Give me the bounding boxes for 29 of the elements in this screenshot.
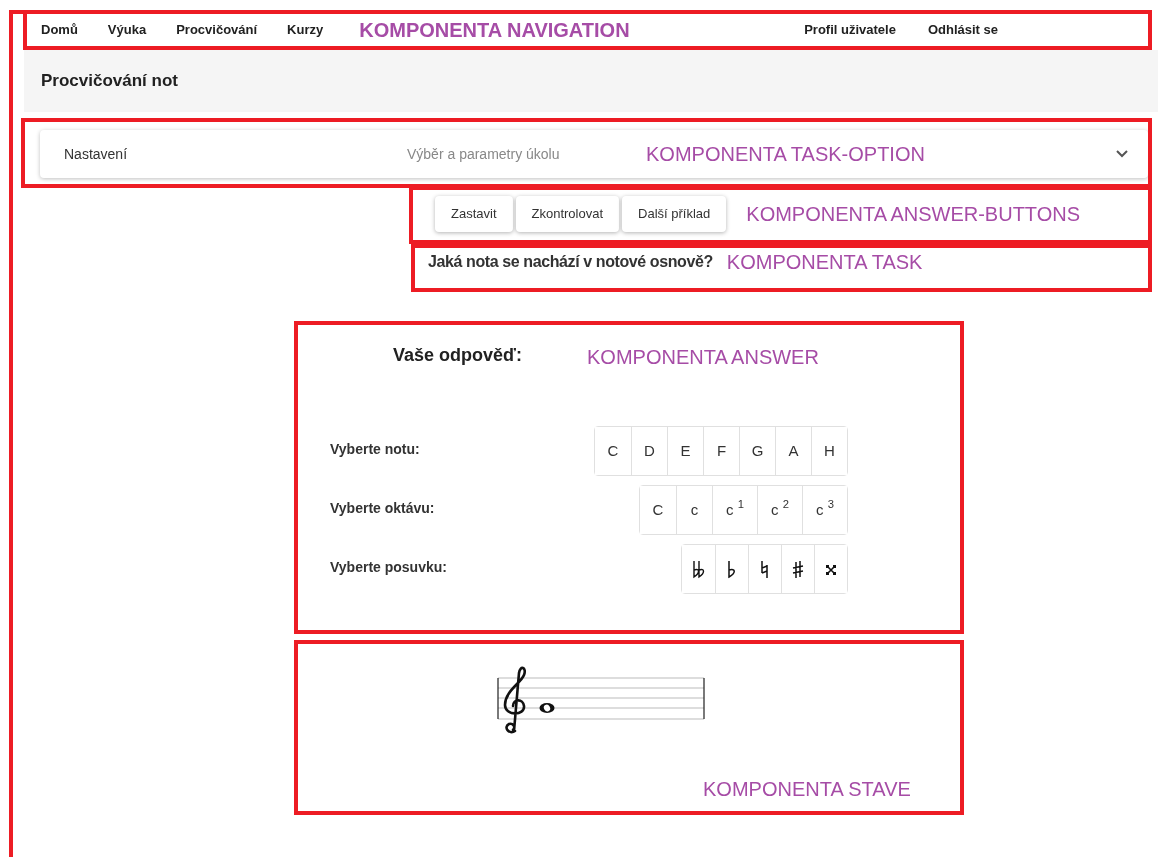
answer-title: Vaše odpověď: — [393, 344, 523, 367]
option-button[interactable]: H — [811, 427, 847, 475]
settings-panel[interactable]: Nastavení Výběr a parametry úkolu KOMPONENTA TASK-OPTION — [40, 130, 1148, 178]
panel-description: Výběr a parametry úkolu — [407, 144, 561, 164]
nav-link[interactable]: Odhlásit se — [927, 20, 998, 40]
action-button[interactable]: Další příklad — [622, 196, 727, 232]
annotation-label: KOMPONENTA ANSWER-BUTTONS — [746, 204, 1081, 224]
action-button[interactable]: Zastavit — [435, 196, 513, 232]
task-question: Jaká nota se nachází v notové osnově? — [428, 252, 713, 272]
double-flat-icon — [690, 559, 707, 579]
annotation-label: KOMPONENTA STAVE — [703, 779, 912, 799]
annotation-label: KOMPONENTA ANSWER — [587, 347, 819, 367]
option-button[interactable]: c $^{3}$ — [802, 486, 847, 534]
annotation-label: KOMPONENTA NAVIGATION — [359, 20, 630, 40]
nav-link[interactable]: Procvičování — [176, 20, 258, 40]
nav-link[interactable]: Profil uživatele — [804, 20, 896, 40]
option-button[interactable] — [814, 545, 847, 593]
row-label: Vyberte oktávu: — [330, 498, 435, 518]
annotation-label: KOMPONENTA TASK-OPTION — [646, 144, 925, 164]
nav-link[interactable]: Kurzy — [287, 20, 324, 40]
row-label: Vyberte posuvku: — [330, 557, 447, 577]
panel-title: Nastavení — [64, 144, 129, 164]
page-title: Procvičování not — [41, 70, 178, 93]
nav-link[interactable]: Domů — [41, 20, 78, 40]
row-label: Vyberte notu: — [330, 439, 420, 459]
action-button[interactable]: Zkontrolovat — [515, 196, 620, 232]
annotation-label: KOMPONENTA TASK — [726, 252, 923, 272]
sharp-icon — [790, 559, 806, 579]
nav-link[interactable]: Výuka — [107, 20, 147, 40]
